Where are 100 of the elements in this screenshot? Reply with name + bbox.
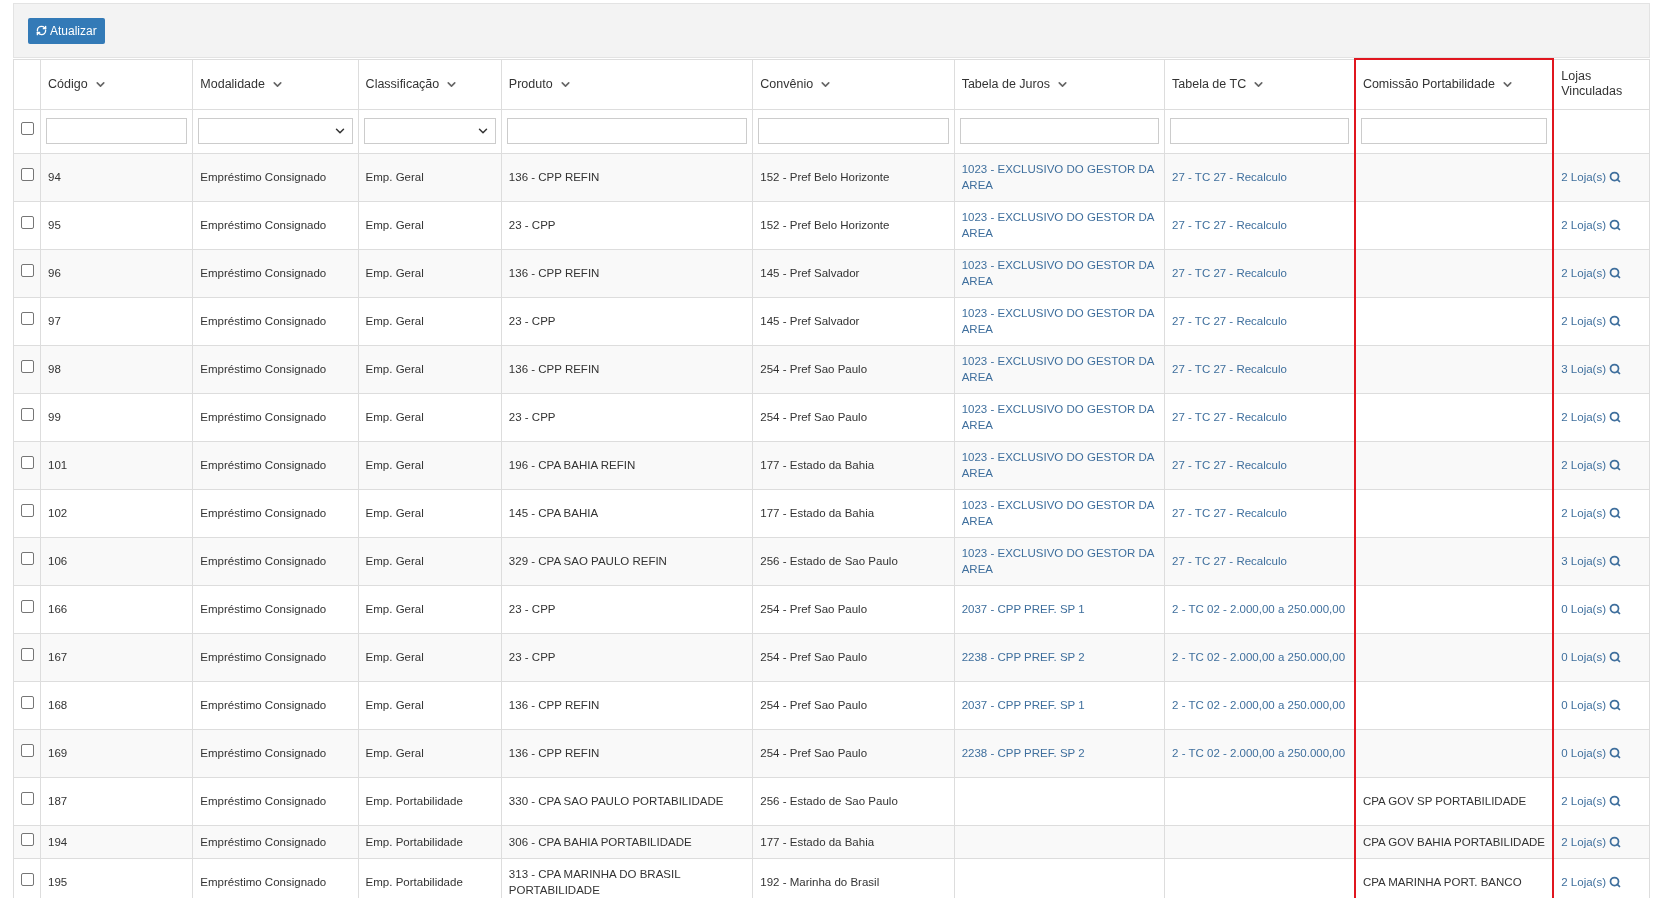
checkbox[interactable] <box>20 360 34 373</box>
checkbox[interactable] <box>20 552 34 565</box>
search-icon <box>1609 747 1621 759</box>
column-header[interactable]: Convênio <box>752 59 955 109</box>
table-cell: 23 - CPP <box>508 411 556 423</box>
column-header[interactable]: Produto <box>501 59 753 109</box>
column-header[interactable]: Modalidade <box>192 59 359 109</box>
table-cell: Emp. Portabilidade <box>365 835 463 848</box>
table-cell: 195 <box>48 876 68 888</box>
checkbox[interactable] <box>20 792 34 805</box>
table-cell: 102 <box>48 507 68 519</box>
search-icon <box>1609 171 1621 183</box>
table-cell: 97 <box>48 315 61 327</box>
table-cell: 194 <box>48 835 68 848</box>
filter-field[interactable] <box>1360 118 1548 144</box>
column-header[interactable]: Tabela de Juros <box>954 59 1165 109</box>
table-cell: Empréstimo Consignado <box>200 507 327 519</box>
table-cell: 136 - CPP REFIN <box>508 363 600 375</box>
checkbox[interactable] <box>20 504 34 517</box>
checkbox[interactable] <box>20 696 34 709</box>
checkbox[interactable] <box>20 264 34 277</box>
column-header: Lojas Vinculadas <box>1553 59 1650 109</box>
table-cell: Emp. Geral <box>365 555 424 567</box>
table-cell: Empréstimo Consignado <box>200 699 327 711</box>
table-cell: Empréstimo Consignado <box>200 267 327 279</box>
table-cell: Empréstimo Consignado <box>200 459 327 471</box>
table-cell: Empréstimo Consignado <box>200 219 327 231</box>
filter-field[interactable] <box>46 118 188 144</box>
search-icon <box>1609 651 1621 663</box>
search-icon <box>1609 835 1621 848</box>
search-icon <box>1609 267 1621 279</box>
filter-field[interactable] <box>959 118 1160 144</box>
refresh-button[interactable]: Atualizar <box>28 17 105 44</box>
table-cell: 177 - Estado da Bahia <box>760 835 875 848</box>
table-cell: Emp. Geral <box>365 219 424 231</box>
table-cell: Empréstimo Consignado <box>200 747 327 759</box>
search-icon <box>1609 795 1621 807</box>
checkbox[interactable] <box>20 600 34 613</box>
table-cell: Empréstimo Consignado <box>200 651 327 663</box>
column-header[interactable]: Comissão Portabilidade <box>1354 59 1554 109</box>
checkbox[interactable] <box>20 216 34 229</box>
table-cell: CPA MARINHA PORT. BANCO <box>1362 875 1522 888</box>
filter-field[interactable] <box>758 118 949 144</box>
table-cell: 177 - Estado da Bahia <box>760 507 875 519</box>
table-cell: Emp. Geral <box>365 411 424 423</box>
table-cell: 99 <box>48 411 61 423</box>
table-cell: Emp. Geral <box>365 171 424 183</box>
checkbox[interactable] <box>20 832 34 846</box>
table-cell: Emp. Geral <box>365 747 424 759</box>
checkbox[interactable] <box>20 744 34 757</box>
table-cell: 145 - CPA BAHIA <box>508 507 599 519</box>
refresh-icon <box>36 25 47 36</box>
table-cell: 330 - CPA SAO PAULO PORTABILIDADE <box>508 795 724 807</box>
table-cell: CPA GOV SP PORTABILIDADE <box>1362 795 1527 807</box>
checkbox[interactable] <box>20 168 34 181</box>
table-cell: CPA GOV BAHIA PORTABILIDADE <box>1362 835 1546 848</box>
table-cell: 101 <box>48 459 68 471</box>
table-cell: 196 - CPA BAHIA REFIN <box>508 459 636 471</box>
search-icon <box>1609 555 1621 567</box>
table-cell: 306 - CPA BAHIA PORTABILIDADE <box>508 835 692 848</box>
search-icon <box>1609 876 1621 888</box>
table-cell: 254 - Pref Sao Paulo <box>760 603 868 615</box>
search-icon <box>1609 459 1621 471</box>
search-icon <box>1609 363 1621 375</box>
search-icon <box>1609 603 1621 615</box>
table-cell: 254 - Pref Sao Paulo <box>760 651 868 663</box>
checkbox[interactable] <box>20 312 34 325</box>
table-cell: 167 <box>48 651 68 663</box>
search-icon <box>1609 411 1621 423</box>
column-header[interactable]: Código <box>40 59 193 109</box>
table-cell: Empréstimo Consignado <box>200 603 327 615</box>
table-cell: 96 <box>48 267 61 279</box>
table-cell: 256 - Estado de Sao Paulo <box>760 555 898 567</box>
column-header[interactable]: Classificação <box>358 59 502 109</box>
table-cell: Emp. Geral <box>365 651 424 663</box>
filter-field[interactable] <box>1170 118 1349 144</box>
filter-field[interactable] <box>506 118 748 144</box>
table-cell: 152 - Pref Belo Horizonte <box>760 171 890 183</box>
table-cell: Emp. Portabilidade <box>365 795 463 807</box>
column-header[interactable]: Tabela de TC <box>1164 59 1355 109</box>
table-cell: Empréstimo Consignado <box>200 795 327 807</box>
checkbox[interactable] <box>20 648 34 661</box>
table-cell: 95 <box>48 219 61 231</box>
checkbox[interactable] <box>20 122 34 135</box>
table-cell: 136 - CPP REFIN <box>508 171 600 183</box>
checkbox[interactable] <box>20 456 34 469</box>
table-cell: 166 <box>48 603 68 615</box>
table-cell: 106 <box>48 555 68 567</box>
checkbox[interactable] <box>20 873 34 886</box>
table-cell: 187 <box>48 795 68 807</box>
table-cell: Emp. Portabilidade <box>365 876 463 888</box>
table-cell: Emp. Geral <box>365 507 424 519</box>
search-icon <box>1609 219 1621 231</box>
table-cell: Empréstimo Consignado <box>200 171 327 183</box>
table-cell: 94 <box>48 171 61 183</box>
table-cell: 152 - Pref Belo Horizonte <box>760 219 890 231</box>
table-cell: 23 - CPP <box>508 219 556 231</box>
table-cell: 23 - CPP <box>508 651 556 663</box>
table-cell: 136 - CPP REFIN <box>508 747 600 759</box>
checkbox[interactable] <box>20 408 34 421</box>
